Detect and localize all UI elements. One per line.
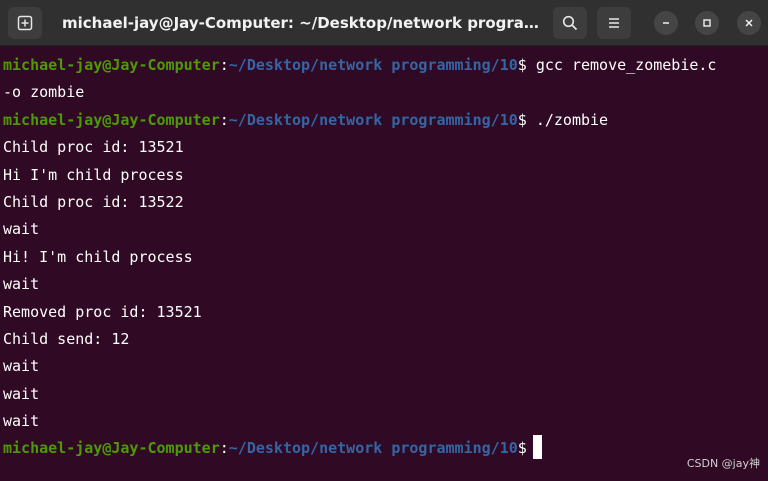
minimize-icon (663, 22, 669, 24)
prompt-path: ~/Desktop/network programming/10 (228, 56, 518, 74)
output-line: wait (3, 275, 40, 294)
terminal-window: michael-jay@Jay-Computer: ~/Desktop/netw… (0, 0, 768, 481)
output-line: Child proc id: 13521 (3, 138, 184, 157)
output-line: wait (3, 357, 40, 376)
output-line: Child send: 12 (3, 329, 130, 348)
search-button[interactable] (553, 7, 587, 39)
new-tab-icon (17, 15, 33, 31)
prompt-user-host: michael-jay@Jay-Computer (3, 110, 220, 129)
output-line: Child proc id: 13522 (3, 192, 184, 211)
terminal-output[interactable]: michael-jay@Jay-Computer:~/Desktop/netwo… (0, 52, 768, 481)
output-line: Removed proc id: 13521 (3, 302, 202, 321)
prompt-line: michael-jay@Jay-Computer:~/Desktop/netwo… (3, 107, 768, 134)
new-tab-button[interactable] (8, 7, 42, 39)
prompt-user-host: michael-jay@Jay-Computer (3, 56, 220, 74)
window-title: michael-jay@Jay-Computer: ~/Desktop/netw… (62, 14, 540, 32)
menu-button[interactable] (597, 7, 631, 39)
prompt-symbol: $ (517, 110, 527, 129)
prompt-symbol: $ (517, 439, 527, 458)
maximize-icon (703, 19, 711, 27)
prompt-line: michael-jay@Jay-Computer:~/Desktop/netwo… (3, 52, 768, 79)
maximize-button[interactable] (695, 11, 719, 35)
command-text: ./zombie (526, 110, 609, 129)
close-icon (745, 19, 753, 27)
text-cursor (532, 434, 542, 459)
watermark: CSDN @jay神 (686, 457, 760, 470)
prompt-symbol: $ (517, 56, 527, 74)
prompt-colon: : (219, 439, 229, 458)
prompt-colon: : (219, 110, 229, 129)
title-bar: michael-jay@Jay-Computer: ~/Desktop/netw… (0, 0, 768, 46)
prompt-line: michael-jay@Jay-Computer:~/Desktop/netwo… (3, 434, 768, 462)
hamburger-menu-icon (609, 18, 619, 28)
output-line: wait (3, 220, 40, 239)
prompt-path: ~/Desktop/network programming/10 (228, 439, 518, 458)
prompt-path: ~/Desktop/network programming/10 (228, 110, 518, 129)
output-line: wait (3, 384, 40, 403)
search-icon (562, 15, 578, 31)
minimize-button[interactable] (654, 11, 678, 35)
output-line: Hi! I'm child process (3, 247, 193, 266)
output-line: -o zombie (3, 83, 85, 102)
command-text: gcc remove_zomebie.c (526, 56, 717, 74)
close-button[interactable] (737, 11, 761, 35)
prompt-colon: : (219, 56, 229, 74)
output-line: Hi I'm child process (3, 165, 184, 184)
prompt-user-host: michael-jay@Jay-Computer (3, 439, 220, 458)
output-line: wait (3, 412, 40, 431)
